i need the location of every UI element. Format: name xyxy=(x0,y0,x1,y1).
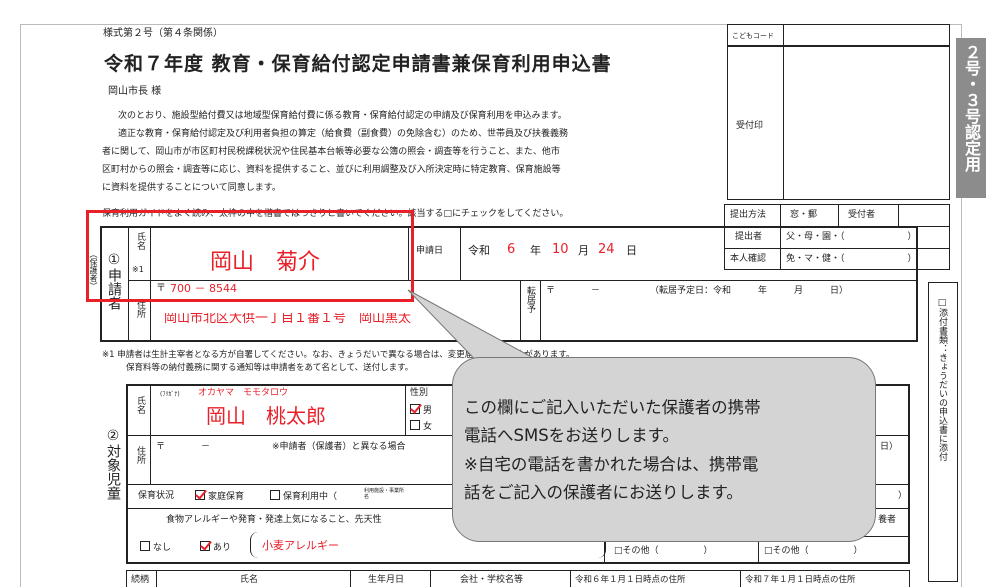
care-home[interactable]: 家庭保育 xyxy=(195,490,244,503)
application-day-unit: 日 xyxy=(626,244,637,257)
intro-line-5: に資料を提供することについて同意します。 xyxy=(102,183,281,193)
child-address-postal: 〒 － xyxy=(156,442,211,452)
side-tab-label: ２号・３号認定用 xyxy=(962,44,981,172)
child-name-value: 岡山 桃太郎 xyxy=(206,404,326,428)
family-name-header: 氏名 xyxy=(240,575,259,585)
other-option-1[interactable]: □その他（ ） xyxy=(614,545,713,557)
application-date-label: 申請日 xyxy=(416,246,444,256)
application-year: 6 xyxy=(507,242,516,257)
child-name-label: 氏名 xyxy=(135,396,145,414)
child-address-close: 日） xyxy=(880,442,899,452)
callout-line-4: 話をご記入の保護者にお送りします。 xyxy=(464,483,743,502)
note-2: 保育料等の納付義務に関する通知等は申請者をあて名として、送付します。 xyxy=(126,363,414,373)
application-day: 24 xyxy=(598,242,615,257)
child-section-label: ②対象児童 xyxy=(105,428,121,500)
receiver-label: 受付者 xyxy=(848,210,876,220)
other-option-2[interactable]: □その他（ ） xyxy=(764,545,863,557)
child-furigana-label: (ﾌﾘｶﾞﾅ) xyxy=(160,391,180,398)
callout-line-1: この欄にご記入いただいた保護者の携帯 xyxy=(464,398,761,417)
allergy-yes-checkbox[interactable] xyxy=(200,541,210,551)
care-using[interactable]: 保育利用中（ xyxy=(270,490,337,503)
callout-bubble xyxy=(452,357,876,542)
child-furigana-value: オカヤマ モモタロウ xyxy=(198,388,289,398)
addressee: 岡山市長 様 xyxy=(108,86,162,97)
care-using-checkbox[interactable] xyxy=(270,490,280,500)
allergy-none[interactable]: なし xyxy=(140,541,171,554)
intro-line-4: 区町村からの照会・調査等に応じ、資料を提供すること、並びに利用調整及び入所決定時… xyxy=(102,165,561,175)
care-close: ） xyxy=(898,491,908,501)
intro-line-2: 適正な教育・保育給付認定及び利用者負担の算定（給食費（副食費）の免除含む）のため… xyxy=(118,129,569,139)
gender-female[interactable]: 女 xyxy=(410,420,432,433)
application-year-unit: 年 xyxy=(530,244,541,257)
submit-method-label: 提出方法 xyxy=(730,210,767,220)
care-label: 保育状況 xyxy=(138,491,175,501)
callout-line-2: 電話へSMSをお送りします。 xyxy=(464,426,680,445)
allergy-yes[interactable]: あり xyxy=(200,541,231,554)
reception-label: 受付印 xyxy=(736,121,764,131)
allergy-bracket xyxy=(250,532,260,558)
family-addr-r6-header: 令和６年１月１日時点の住所 xyxy=(575,575,686,585)
application-month-unit: 月 xyxy=(578,244,589,257)
child-address-label: 住所 xyxy=(135,446,145,464)
guardian-suffix: 養者 xyxy=(878,515,897,525)
allergy-text: 食物アレルギーや発育・発達上気になること、先天性 xyxy=(166,515,382,525)
female-checkbox[interactable] xyxy=(410,420,420,430)
allergy-none-checkbox[interactable] xyxy=(140,541,150,551)
form-title: 令和７年度 教育・保育給付認定申請書兼保育利用申込書 xyxy=(104,53,612,75)
family-birth-header: 生年月日 xyxy=(368,575,405,585)
attachment-note: □添付書類：きょうだいの申込書に添付 xyxy=(937,298,947,461)
family-addr-r7-header: 令和７年１月１日時点の住所 xyxy=(745,575,856,585)
application-form: 様式第２号（第４条関係） 令和７年度 教育・保育給付認定申請書兼保育利用申込書 … xyxy=(0,0,1002,587)
family-school-header: 会社・学校名等 xyxy=(460,575,524,585)
application-month: 10 xyxy=(552,242,569,257)
application-era: 令和 xyxy=(468,244,490,257)
callout-line-3: ※自宅の電話を書かれた場合は、携帯電 xyxy=(464,455,759,474)
child-code-label: こどもコード xyxy=(732,32,774,40)
applicant-address-label: 住所 xyxy=(135,300,145,318)
form-number: 様式第２号（第４条関係） xyxy=(103,28,223,39)
move-date: （転居予定日：令和 年 月 日） xyxy=(650,286,849,296)
highlight-frame xyxy=(86,210,414,302)
child-address-note: ※申請者（保護者）と異なる場合 xyxy=(272,442,406,452)
allergy-value: 小麦アレルギー xyxy=(262,539,339,552)
care-facility-small: 利用施設・事業所名 xyxy=(364,488,405,500)
family-relation-header: 続柄 xyxy=(131,575,150,585)
intro-line-1: 次のとおり、施設型給付費又は地域型保育給付費に係る教育・保育給付認定の申請及び保… xyxy=(118,111,567,121)
intro-line-3: 者に関して、岡山市が市区町村民税課税状況や住民基本台帳等必要な公簿の照会・調査等… xyxy=(102,147,560,157)
care-home-checkbox[interactable] xyxy=(195,490,205,500)
submit-method-options: 窓・郵 xyxy=(790,210,818,220)
